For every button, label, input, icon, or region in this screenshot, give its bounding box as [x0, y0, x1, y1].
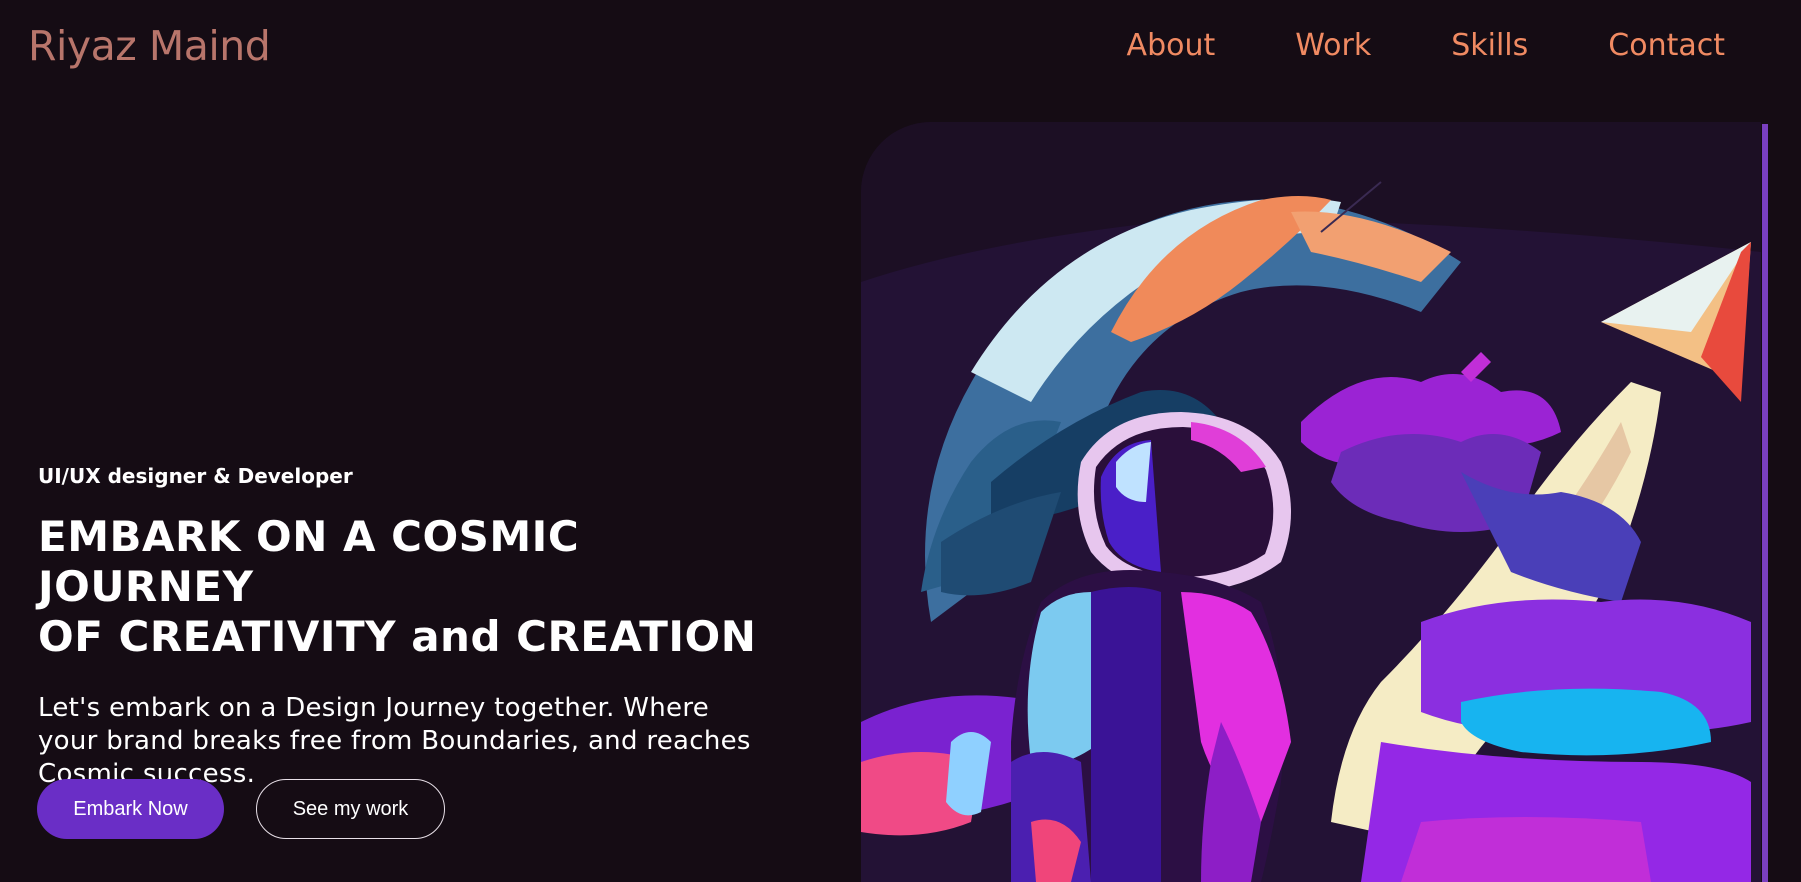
- hero-headline: EMBARK ON A COSMIC JOURNEY OF CREATIVITY…: [38, 512, 798, 662]
- site-logo[interactable]: Riyaz Maind: [28, 22, 271, 70]
- nav-work-link[interactable]: Work: [1295, 28, 1371, 64]
- hero-section: UI/UX designer & Developer EMBARK ON A C…: [38, 462, 798, 791]
- main-nav: About Work Skills Contact: [1047, 28, 1725, 64]
- nav-about-link[interactable]: About: [1127, 28, 1216, 64]
- description-line-1: Let's embark on a Design Journey togethe…: [38, 693, 710, 723]
- nav-skills-link[interactable]: Skills: [1451, 28, 1528, 64]
- artwork-border: [1762, 124, 1768, 882]
- astronaut-illustration-icon: [861, 122, 1761, 882]
- description-line-2: your brand breaks free from Boundaries, …: [38, 726, 751, 756]
- embark-now-button[interactable]: Embark Now: [37, 779, 224, 839]
- hero-subtitle: UI/UX designer & Developer: [38, 464, 353, 488]
- headline-line-1: EMBARK ON A COSMIC JOURNEY: [38, 512, 580, 611]
- portfolio-page: Riyaz Maind About Work Skills Contact UI…: [0, 0, 1801, 882]
- nav-contact-link[interactable]: Contact: [1608, 28, 1725, 64]
- hero-description: Let's embark on a Design Journey togethe…: [38, 692, 778, 791]
- site-header: Riyaz Maind About Work Skills Contact: [0, 0, 1801, 100]
- see-my-work-button[interactable]: See my work: [256, 779, 445, 839]
- hero-buttons: Embark Now See my work: [37, 779, 445, 839]
- headline-line-2: OF CREATIVITY and CREATION: [38, 612, 757, 661]
